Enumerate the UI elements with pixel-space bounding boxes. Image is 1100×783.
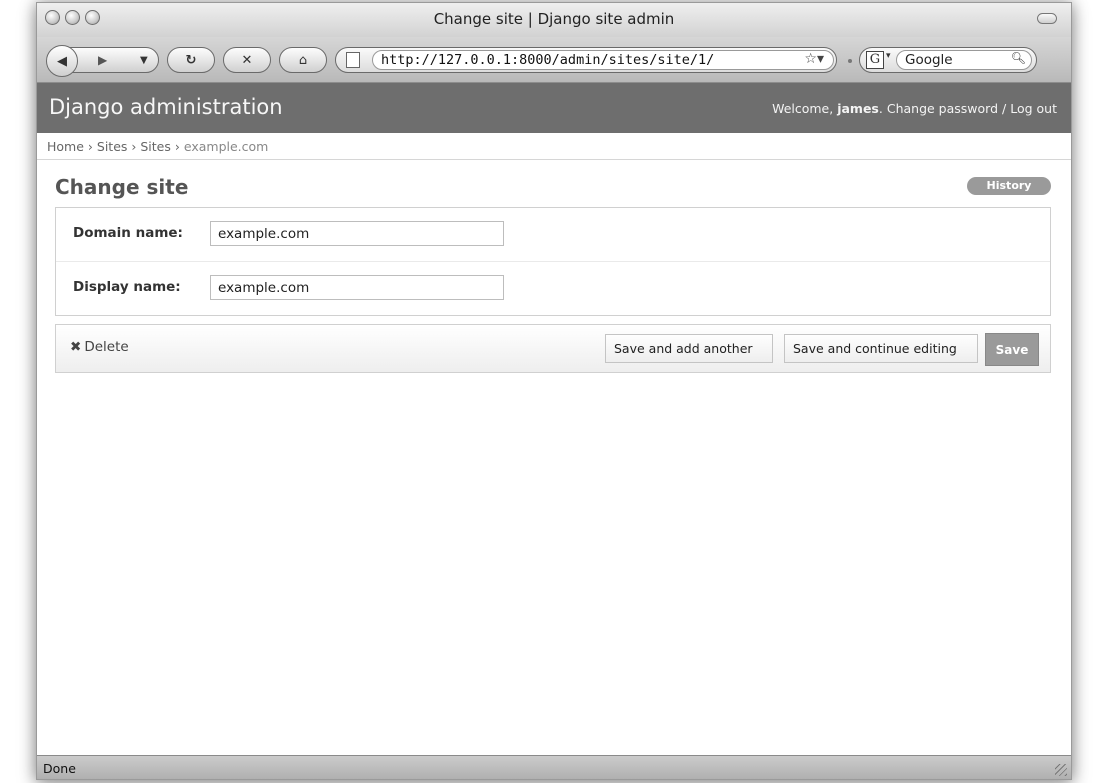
site-brand[interactable]: Django administration xyxy=(49,95,283,119)
username: james xyxy=(837,101,879,116)
breadcrumb-current: example.com xyxy=(183,139,269,154)
reload-button[interactable]: ↻ xyxy=(167,47,215,73)
history-dropdown-icon[interactable]: ▼ xyxy=(140,55,148,66)
magnifier-icon[interactable]: 🔍︎ xyxy=(1011,51,1026,65)
save-button[interactable]: Save xyxy=(985,333,1039,366)
delete-label: Delete xyxy=(84,339,129,355)
main-content: Change site History Domain name: example… xyxy=(55,175,1053,373)
toolbar-toggle-button[interactable] xyxy=(1037,13,1057,24)
user-tools: Welcome, james. Change password / Log ou… xyxy=(772,101,1057,116)
site-form: Domain name: example.com Display name: e… xyxy=(55,207,1051,316)
breadcrumb-model[interactable]: Sites xyxy=(140,139,171,154)
page-icon xyxy=(346,52,360,68)
delete-link[interactable]: ✖ Delete xyxy=(70,339,129,355)
domain-row: Domain name: example.com xyxy=(56,208,1050,262)
home-icon: ⌂ xyxy=(298,52,308,68)
back-button[interactable]: ◀ xyxy=(46,45,78,77)
reload-icon: ↻ xyxy=(185,52,197,68)
save-and-add-another-button[interactable]: Save and add another xyxy=(605,334,773,363)
logout-link[interactable]: Log out xyxy=(1010,101,1057,116)
search-bar: G ▾ Google 🔍︎ xyxy=(859,47,1037,73)
display-label: Display name: xyxy=(73,279,181,295)
delete-icon: ✖ xyxy=(70,339,82,355)
welcome-text: Welcome, xyxy=(772,101,834,116)
username-period: . xyxy=(878,101,883,116)
bookmark-star-icon[interactable]: ☆▾ xyxy=(804,51,824,67)
submit-row: ✖ Delete Save and add another Save and co… xyxy=(55,324,1051,373)
title-bar: Change site | Django site admin xyxy=(37,3,1071,37)
display-row: Display name: example.com xyxy=(56,262,1050,316)
forward-button[interactable]: ▶ xyxy=(98,53,107,67)
address-bar: http://127.0.0.1:8000/admin/sites/site/1… xyxy=(335,47,837,73)
status-bar: Done xyxy=(37,755,1071,779)
back-arrow-icon: ◀ xyxy=(57,53,67,69)
home-button[interactable]: ⌂ xyxy=(279,47,327,73)
breadcrumb-separator: › xyxy=(174,139,180,154)
stop-icon: ✕ xyxy=(241,52,253,68)
status-text: Done xyxy=(43,761,76,776)
breadcrumb-home[interactable]: Home xyxy=(47,139,84,154)
stop-button[interactable]: ✕ xyxy=(223,47,271,73)
resize-grip-icon[interactable] xyxy=(1055,764,1067,776)
history-button[interactable]: History xyxy=(967,177,1051,195)
save-and-continue-button[interactable]: Save and continue editing xyxy=(784,334,978,363)
domain-label: Domain name: xyxy=(73,225,183,241)
domain-field[interactable]: example.com xyxy=(210,221,504,246)
breadcrumb-separator: › xyxy=(131,139,137,154)
search-engine-dropdown-icon[interactable]: ▾ xyxy=(886,51,891,61)
display-name-field[interactable]: example.com xyxy=(210,275,504,300)
browser-toolbar: ◀ ▶ ▼ ↻ ✕ ⌂ http://127.0.0.1:8000/admin/… xyxy=(37,37,1071,83)
window-title: Change site | Django site admin xyxy=(433,10,675,28)
search-engine-icon[interactable]: G xyxy=(866,51,884,69)
user-tools-separator: / xyxy=(1002,101,1007,116)
toolbar-separator-dot xyxy=(848,59,852,63)
change-password-link[interactable]: Change password xyxy=(887,101,998,116)
browser-window: Change site | Django site admin ◀ ▶ ▼ ↻ … xyxy=(36,2,1072,780)
breadcrumb-separator: › xyxy=(87,139,93,154)
breadcrumb-app[interactable]: Sites xyxy=(97,139,128,154)
url-input[interactable]: http://127.0.0.1:8000/admin/sites/site/1… xyxy=(372,50,834,70)
page-title: Change site xyxy=(55,175,189,199)
django-header: Django administration Welcome, james. Ch… xyxy=(37,83,1071,133)
back-forward-group: ◀ ▶ ▼ xyxy=(46,45,159,77)
breadcrumb: Home › Sites › Sites › example.com xyxy=(37,133,1071,160)
